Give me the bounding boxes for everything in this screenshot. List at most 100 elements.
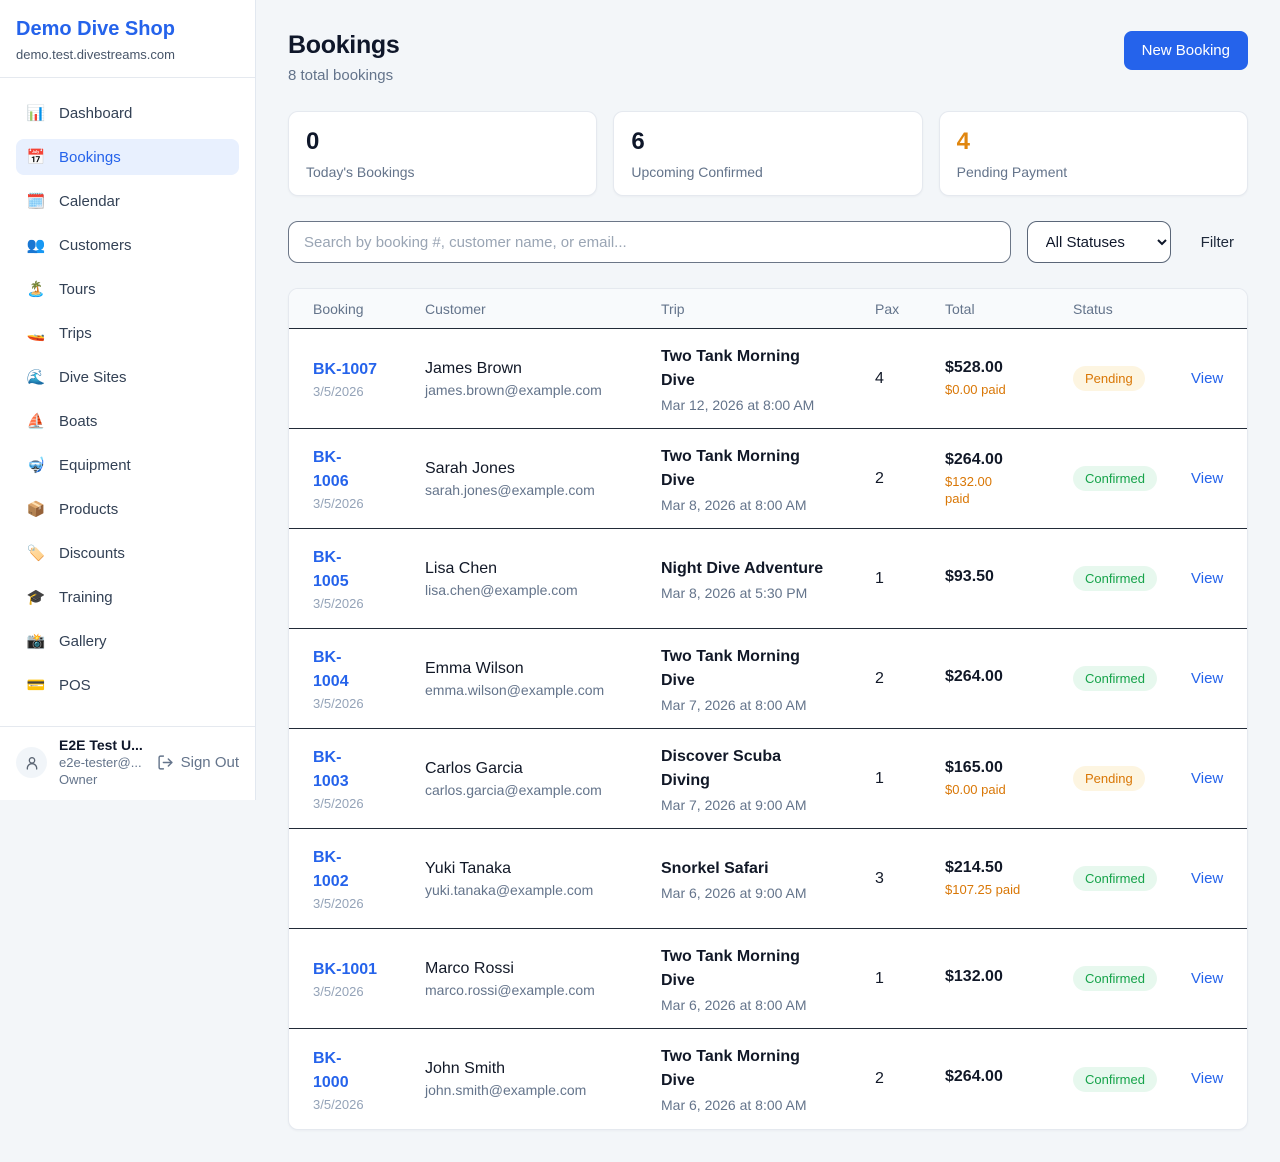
sidebar-item-equipment[interactable]: 🤿 Equipment xyxy=(16,447,239,483)
sidebar-item-pos[interactable]: 💳 POS xyxy=(16,667,239,703)
stat-card-todays-bookings: 0 Today's Bookings xyxy=(288,111,597,196)
sidebar-item-label: Trips xyxy=(59,325,92,342)
sidebar-item-customers[interactable]: 👥 Customers xyxy=(16,227,239,263)
filter-button[interactable]: Filter xyxy=(1187,234,1248,251)
user-info: E2E Test U... e2e-tester@... Owner xyxy=(59,737,145,788)
status-badge: Confirmed xyxy=(1073,866,1157,891)
sidebar-item-gallery[interactable]: 📸 Gallery xyxy=(16,623,239,659)
table-row: BK- 10063/5/2026 Sarah Jonessarah.jones@… xyxy=(289,429,1247,529)
dashboard-icon: 📊 xyxy=(26,104,46,122)
table-row: BK- 10033/5/2026 Carlos Garciacarlos.gar… xyxy=(289,729,1247,829)
view-link[interactable]: View xyxy=(1191,770,1223,787)
booking-id-link[interactable]: BK-1007 xyxy=(313,358,411,382)
view-link[interactable]: View xyxy=(1191,570,1223,587)
sidebar-item-trips[interactable]: 🚤 Trips xyxy=(16,315,239,351)
total-amount: $214.50 xyxy=(945,859,1059,877)
sidebar-item-label: Calendar xyxy=(59,193,120,210)
total-amount: $165.00 xyxy=(945,759,1059,777)
wave-icon: 🌊 xyxy=(26,368,46,386)
customer-name: Carlos Garcia xyxy=(425,760,647,778)
sidebar-item-products[interactable]: 📦 Products xyxy=(16,491,239,527)
booking-date: 3/5/2026 xyxy=(313,896,411,911)
brand-domain: demo.test.divestreams.com xyxy=(16,47,239,62)
sidebar-item-training[interactable]: 🎓 Training xyxy=(16,579,239,615)
sidebar-item-calendar[interactable]: 🗓️ Calendar xyxy=(16,183,239,219)
total-amount: $132.00 xyxy=(945,968,1059,986)
booking-id-link[interactable]: BK- 1005 xyxy=(313,546,411,594)
sidebar-nav: 📊 Dashboard 📅 Bookings 🗓️ Calendar 👥 Cus… xyxy=(0,78,255,726)
booking-id-link[interactable]: BK- 1002 xyxy=(313,846,411,894)
pax-count: 1 xyxy=(875,770,945,788)
col-status: Status xyxy=(1073,301,1191,317)
sidebar-item-dashboard[interactable]: 📊 Dashboard xyxy=(16,95,239,131)
customer-name: Emma Wilson xyxy=(425,660,647,678)
trip-date: Mar 6, 2026 at 8:00 AM xyxy=(661,1097,861,1113)
col-customer: Customer xyxy=(425,301,661,317)
search-input[interactable] xyxy=(288,221,1011,263)
speedboat-icon: 🚤 xyxy=(26,324,46,342)
col-trip: Trip xyxy=(661,301,875,317)
booking-id-link[interactable]: BK- 1004 xyxy=(313,646,411,694)
view-link[interactable]: View xyxy=(1191,370,1223,387)
customer-email: carlos.garcia@example.com xyxy=(425,782,647,798)
sidebar-item-discounts[interactable]: 🏷️ Discounts xyxy=(16,535,239,571)
booking-date: 3/5/2026 xyxy=(313,1097,411,1112)
booking-date: 3/5/2026 xyxy=(313,384,411,399)
booking-id-link[interactable]: BK- 1003 xyxy=(313,746,411,794)
paid-amount: $107.25 paid xyxy=(945,881,1059,898)
view-link[interactable]: View xyxy=(1191,870,1223,887)
status-badge: Confirmed xyxy=(1073,1067,1157,1092)
col-booking: Booking xyxy=(313,301,425,317)
col-total: Total xyxy=(945,301,1073,317)
pax-count: 1 xyxy=(875,570,945,588)
sidebar-item-boats[interactable]: ⛵ Boats xyxy=(16,403,239,439)
sign-out-button[interactable]: Sign Out xyxy=(157,754,239,771)
trip-name: Two Tank Morning Dive xyxy=(661,945,861,993)
stat-card-pending-payment: 4 Pending Payment xyxy=(939,111,1248,196)
brand[interactable]: Demo Dive Shop demo.test.divestreams.com xyxy=(0,0,255,78)
booking-date: 3/5/2026 xyxy=(313,696,411,711)
user-name: E2E Test U... xyxy=(59,737,145,754)
user-email: e2e-tester@... xyxy=(59,754,145,771)
status-badge: Confirmed xyxy=(1073,566,1157,591)
calendar-icon: 📅 xyxy=(26,148,46,166)
stat-value: 6 xyxy=(631,127,904,157)
customer-name: Yuki Tanaka xyxy=(425,860,647,878)
trip-name: Two Tank Morning Dive xyxy=(661,445,861,493)
person-icon xyxy=(24,755,40,771)
view-link[interactable]: View xyxy=(1191,1070,1223,1087)
status-badge: Confirmed xyxy=(1073,666,1157,691)
table-row: BK- 10043/5/2026 Emma Wilsonemma.wilson@… xyxy=(289,629,1247,729)
stats-row: 0 Today's Bookings 6 Upcoming Confirmed … xyxy=(288,111,1248,196)
customer-name: Sarah Jones xyxy=(425,460,647,478)
status-badge: Confirmed xyxy=(1073,966,1157,991)
sidebar-item-label: Bookings xyxy=(59,149,121,166)
pax-count: 4 xyxy=(875,370,945,388)
trip-name: Night Dive Adventure xyxy=(661,557,861,581)
view-link[interactable]: View xyxy=(1191,970,1223,987)
pax-count: 3 xyxy=(875,870,945,888)
spiral-calendar-icon: 🗓️ xyxy=(26,192,46,210)
trip-date: Mar 12, 2026 at 8:00 AM xyxy=(661,397,861,413)
table-row: BK- 10053/5/2026 Lisa Chenlisa.chen@exam… xyxy=(289,529,1247,629)
diving-mask-icon: 🤿 xyxy=(26,456,46,474)
booking-id-link[interactable]: BK-1001 xyxy=(313,958,411,982)
table-row: BK- 10003/5/2026 John Smithjohn.smith@ex… xyxy=(289,1029,1247,1129)
table-row: BK-10013/5/2026 Marco Rossimarco.rossi@e… xyxy=(289,929,1247,1029)
view-link[interactable]: View xyxy=(1191,470,1223,487)
trip-date: Mar 8, 2026 at 8:00 AM xyxy=(661,497,861,513)
trip-name: Two Tank Morning Dive xyxy=(661,645,861,693)
trip-name: Two Tank Morning Dive xyxy=(661,1045,861,1093)
sidebar-item-bookings[interactable]: 📅 Bookings xyxy=(16,139,239,175)
stat-label: Upcoming Confirmed xyxy=(631,164,904,180)
page-title: Bookings xyxy=(288,31,400,60)
booking-id-link[interactable]: BK- 1006 xyxy=(313,446,411,494)
user-section: E2E Test U... e2e-tester@... Owner Sign … xyxy=(0,726,255,800)
booking-id-link[interactable]: BK- 1000 xyxy=(313,1047,411,1095)
customer-name: Marco Rossi xyxy=(425,960,647,978)
status-select[interactable]: All Statuses xyxy=(1027,221,1171,263)
sidebar-item-dive-sites[interactable]: 🌊 Dive Sites xyxy=(16,359,239,395)
sidebar-item-tours[interactable]: 🏝️ Tours xyxy=(16,271,239,307)
view-link[interactable]: View xyxy=(1191,670,1223,687)
new-booking-button[interactable]: New Booking xyxy=(1124,31,1248,70)
